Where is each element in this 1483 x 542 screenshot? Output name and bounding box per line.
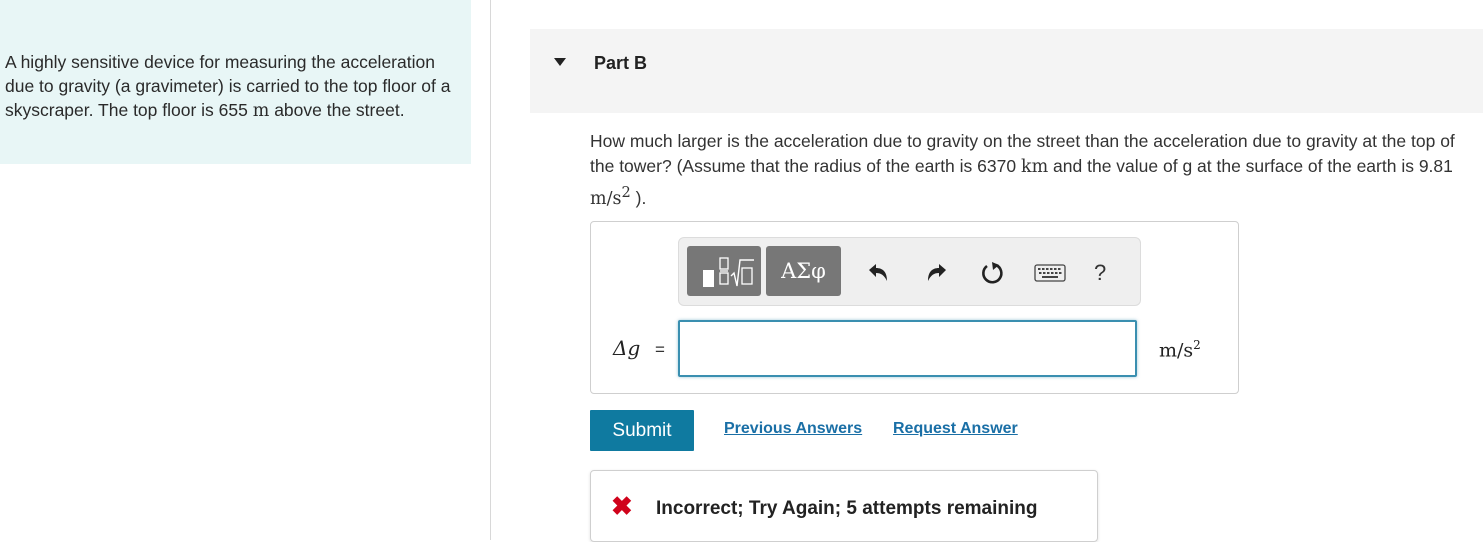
- part-header[interactable]: Part B: [530, 29, 1483, 113]
- keyboard-button[interactable]: [1034, 260, 1066, 286]
- feedback-box: ✖ Incorrect; Try Again; 5 attempts remai…: [590, 470, 1098, 542]
- help-icon: ?: [1094, 260, 1107, 285]
- submit-button[interactable]: Submit: [590, 410, 694, 451]
- math-toolbar: ΑΣφ ?: [678, 237, 1141, 306]
- feedback-message: Incorrect; Try Again; 5 attempts remaini…: [656, 498, 1038, 519]
- answer-units-exponent: 2: [1193, 338, 1201, 352]
- request-answer-link[interactable]: Request Answer: [893, 420, 1018, 438]
- keyboard-icon: [1034, 264, 1066, 282]
- question-text-part-2: and the value of g at the surface of the…: [1048, 156, 1453, 176]
- undo-icon: [869, 264, 887, 281]
- templates-icon: [703, 257, 754, 287]
- equals-sign: =: [655, 340, 665, 359]
- g-unit: m/s2: [590, 184, 631, 209]
- g-unit-base: m/s: [590, 188, 622, 209]
- redo-icon: [928, 264, 946, 281]
- intro-text-end: above the street.: [269, 100, 405, 120]
- incorrect-icon: ✖: [611, 491, 633, 521]
- reset-icon: [982, 262, 1003, 284]
- answer-units-base: m/s: [1159, 339, 1194, 362]
- part-title: Part B: [594, 53, 648, 73]
- help-button[interactable]: ?: [1094, 260, 1106, 286]
- problem-statement: A highly sensitive device for measuring …: [5, 50, 461, 123]
- radius-unit: km: [1020, 157, 1049, 177]
- question-text: How much larger is the acceleration due …: [590, 129, 1475, 212]
- collapse-caret-icon[interactable]: [554, 58, 566, 66]
- question-text-part-3: ).: [630, 187, 647, 208]
- redo-button[interactable]: [924, 260, 950, 286]
- column-divider: [490, 0, 491, 540]
- g-unit-exponent: 2: [621, 184, 631, 201]
- reset-button[interactable]: [979, 260, 1005, 286]
- answer-box: ΑΣφ ? Δg = m/s2: [590, 221, 1239, 394]
- templates-button[interactable]: [687, 246, 761, 296]
- answer-units: m/s2: [1159, 338, 1201, 361]
- undo-button[interactable]: [865, 260, 891, 286]
- radius-value: 6370: [977, 156, 1017, 176]
- problem-intro: A highly sensitive device for measuring …: [0, 0, 471, 164]
- greek-symbols-button[interactable]: ΑΣφ: [766, 246, 841, 296]
- answer-input[interactable]: [678, 320, 1137, 377]
- previous-answers-link[interactable]: Previous Answers: [724, 420, 862, 438]
- intro-unit: m: [252, 101, 270, 121]
- answer-variable-label: Δg: [613, 336, 641, 360]
